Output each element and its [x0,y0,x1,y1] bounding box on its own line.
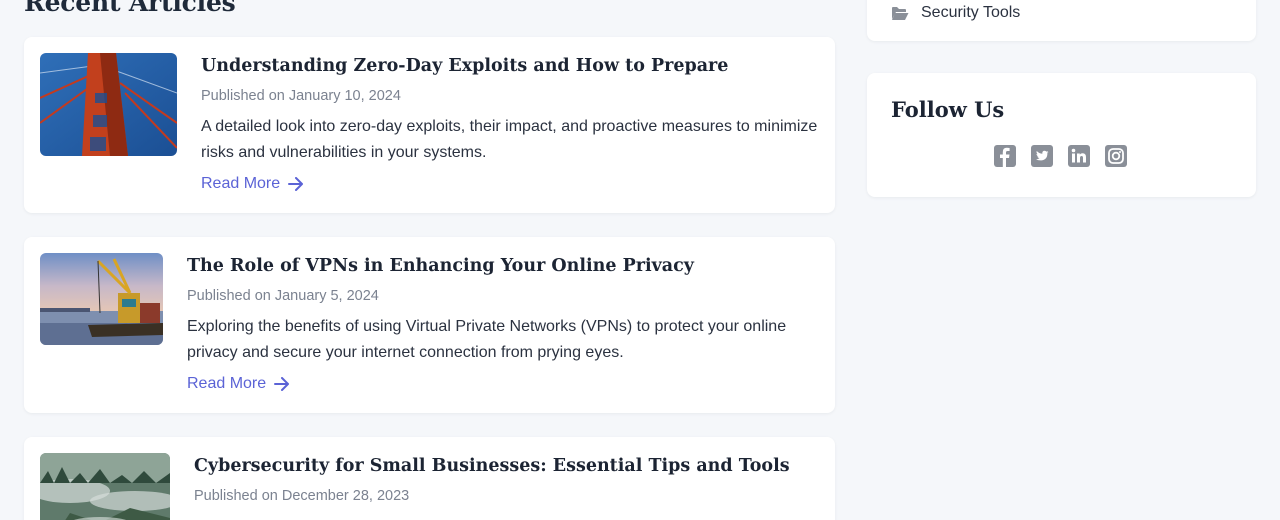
follow-us-title: Follow Us [891,97,1005,122]
follow-us-card: Follow Us [867,73,1256,197]
social-links [994,145,1127,167]
article-card: Cybersecurity for Small Businesses: Esse… [24,437,835,520]
linkedin-icon [1068,145,1090,167]
article-thumbnail[interactable] [40,253,163,345]
linkedin-link[interactable] [1068,145,1090,167]
page: Recent Articles Understanding Zero-Day E… [0,0,1280,520]
category-item[interactable]: Security Tools [891,4,1020,22]
article-thumbnail[interactable] [40,53,177,156]
article-title[interactable]: Cybersecurity for Small Businesses: Esse… [194,456,790,476]
article-card: Understanding Zero-Day Exploits and How … [24,37,835,213]
section-title: Recent Articles [24,0,236,17]
article-date: Published on January 5, 2024 [187,288,379,304]
twitter-icon [1031,145,1053,167]
read-more-link[interactable]: Read More [201,175,304,193]
instagram-link[interactable] [1105,145,1127,167]
instagram-icon [1105,145,1127,167]
arrow-right-icon [274,377,290,391]
article-title[interactable]: The Role of VPNs in Enhancing Your Onlin… [187,256,694,276]
facebook-icon [994,145,1016,167]
categories-card: Security Tools [867,0,1256,41]
facebook-link[interactable] [994,145,1016,167]
read-more-label: Read More [201,175,281,192]
read-more-label: Read More [187,375,267,392]
twitter-link[interactable] [1031,145,1053,167]
article-date: Published on January 10, 2024 [201,88,401,104]
category-label: Security Tools [921,4,1021,21]
article-excerpt: Exploring the benefits of using Virtual … [187,318,787,361]
article-card: The Role of VPNs in Enhancing Your Onlin… [24,237,835,413]
article-excerpt: A detailed look into zero-day exploits, … [201,118,818,161]
article-date: Published on December 28, 2023 [194,488,410,504]
read-more-link[interactable]: Read More [187,375,290,393]
arrow-right-icon [288,177,304,191]
folder-open-icon [892,6,909,20]
article-title[interactable]: Understanding Zero-Day Exploits and How … [201,56,728,76]
article-thumbnail[interactable] [40,453,170,520]
